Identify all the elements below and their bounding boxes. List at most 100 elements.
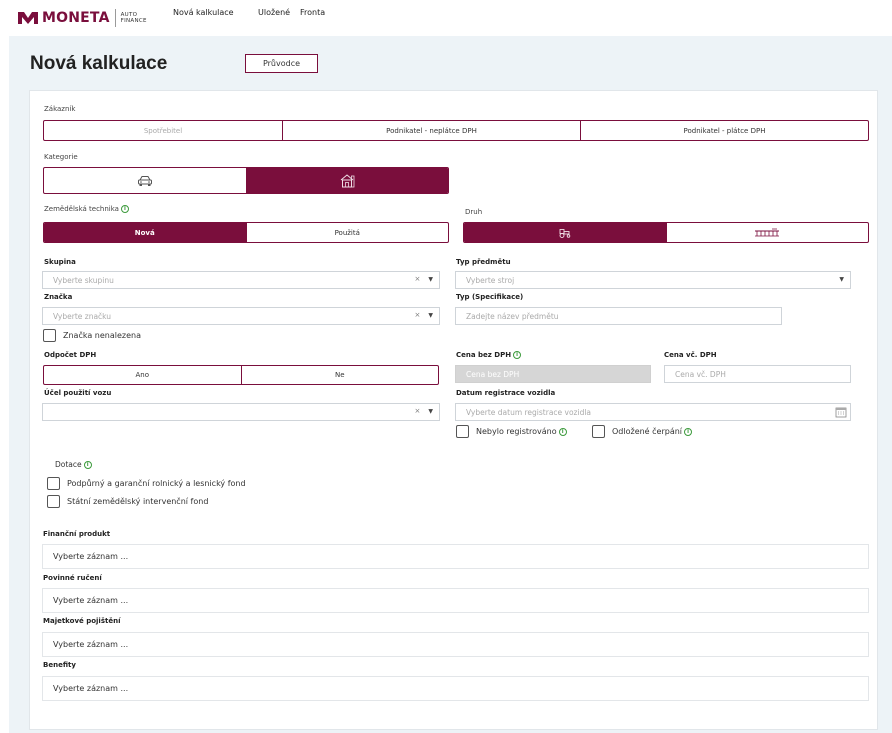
customer-label: Zákazník xyxy=(44,105,76,113)
group-select[interactable]: Vyberte skupinu × ▼ xyxy=(42,271,440,289)
customer-option-vat-payer[interactable]: Podnikatel - plátce DPH xyxy=(581,121,868,140)
brand-logo[interactable]: MONETA AUTO FINANCE xyxy=(17,6,147,30)
subsidy-option-szif-label: Státní zemědělský intervenční fond xyxy=(67,497,209,506)
customer-selector: Spotřebitel Podnikatel - neplátce DPH Po… xyxy=(43,120,869,141)
financial-product-select[interactable]: Vyberte záznam ... xyxy=(42,544,869,569)
price-net-placeholder: Cena bez DPH xyxy=(466,369,520,379)
group-label: Skupina xyxy=(44,258,76,266)
top-navigation: MONETA AUTO FINANCE Nová kalkulace Ulože… xyxy=(0,0,892,36)
make-label: Značka xyxy=(44,293,73,301)
category-label: Kategorie xyxy=(44,153,78,161)
spec-label: Typ (Specifikace) xyxy=(456,293,524,301)
machinery-option-new[interactable]: Nová xyxy=(44,223,247,242)
car-icon xyxy=(137,175,152,186)
subject-type-placeholder: Vyberte stroj xyxy=(466,275,515,285)
make-select-controls: × ▼ xyxy=(415,311,434,319)
subsidy-option-pgrlf-checkbox[interactable] xyxy=(47,477,60,490)
clear-icon[interactable]: × xyxy=(415,275,421,283)
subsidy-option-szif-checkbox[interactable] xyxy=(47,495,60,508)
guide-button[interactable]: Průvodce xyxy=(245,54,318,73)
deferred-drawing-checkbox-row: Odložené čerpání i xyxy=(592,425,693,438)
deferred-drawing-checkbox[interactable] xyxy=(592,425,605,438)
not-registered-checkbox[interactable] xyxy=(456,425,469,438)
price-gross-placeholder: Cena vč. DPH xyxy=(675,369,726,379)
chevron-down-icon[interactable]: ▼ xyxy=(428,407,433,415)
make-not-found-checkbox[interactable] xyxy=(43,329,56,342)
liability-insurance-select[interactable]: Vyberte záznam ... xyxy=(42,588,869,613)
price-gross-label: Cena vč. DPH xyxy=(664,351,717,359)
price-net-label-text: Cena bez DPH xyxy=(456,351,512,359)
brand-subtitle: AUTO FINANCE xyxy=(121,12,147,24)
machinery-label-text: Zemědělská technika xyxy=(44,205,119,213)
make-select[interactable]: Vyberte značku × ▼ xyxy=(42,307,440,325)
agricultural-building-icon xyxy=(340,173,355,187)
category-option-agriculture[interactable] xyxy=(246,168,448,193)
chevron-down-icon[interactable]: ▼ xyxy=(428,275,433,283)
kind-selector xyxy=(463,222,869,243)
tractor-icon xyxy=(559,228,570,238)
subsidy-label: Dotace i xyxy=(55,460,92,469)
subsidy-option-pgrlf-label: Podpůrný a garanční rolnický a lesnický … xyxy=(67,479,246,488)
customer-option-consumer[interactable]: Spotřebitel xyxy=(44,121,283,140)
usage-label: Účel použití vozu xyxy=(44,389,112,397)
price-net-info-icon[interactable]: i xyxy=(513,351,522,359)
price-net-label: Cena bez DPH i xyxy=(456,351,522,359)
machinery-info-icon[interactable]: i xyxy=(120,205,129,213)
clear-icon[interactable]: × xyxy=(415,311,421,319)
usage-select-controls: × ▼ xyxy=(415,407,434,415)
clear-icon[interactable]: × xyxy=(415,407,421,415)
chevron-down-icon[interactable]: ▼ xyxy=(428,311,433,319)
benefits-label: Benefity xyxy=(43,661,76,669)
make-not-found-label: Značka nenalezena xyxy=(63,331,141,340)
not-registered-label: Nebylo registrováno xyxy=(476,427,557,436)
vat-option-yes[interactable]: Ano xyxy=(44,366,242,384)
price-gross-input[interactable]: Cena vč. DPH xyxy=(664,365,851,383)
machinery-condition-selector: Nová Použitá xyxy=(43,222,449,243)
subsidy-option-szif-row: Státní zemědělský intervenční fond xyxy=(47,495,208,508)
subsidy-label-text: Dotace xyxy=(55,460,82,469)
vat-deduction-label: Odpočet DPH xyxy=(44,351,97,359)
harvester-icon xyxy=(755,228,780,236)
brand-subtitle-line-2: FINANCE xyxy=(120,18,147,24)
vat-deduction-selector: Ano Ne xyxy=(43,365,439,385)
kind-label: Druh xyxy=(465,208,483,216)
spec-input[interactable]: Zadejte název předmětu xyxy=(455,307,782,325)
not-registered-checkbox-row: Nebylo registrováno i xyxy=(456,425,567,438)
usage-select[interactable]: × ▼ xyxy=(42,403,440,421)
category-option-car[interactable] xyxy=(44,168,247,193)
calendar-icon[interactable] xyxy=(835,406,847,418)
vat-option-no[interactable]: Ne xyxy=(242,366,439,384)
chevron-down-icon[interactable]: ▼ xyxy=(839,275,844,283)
make-not-found-checkbox-row: Značka nenalezena xyxy=(43,329,141,342)
benefits-select[interactable]: Vyberte záznam ... xyxy=(42,676,869,701)
registration-date-label: Datum registrace vozidla xyxy=(456,389,556,397)
liability-insurance-label: Povinné ručení xyxy=(43,574,102,582)
make-placeholder: Vyberte značku xyxy=(53,311,112,321)
nav-saved[interactable]: Uložené xyxy=(258,8,290,17)
subsidy-info-icon[interactable]: i xyxy=(83,461,92,469)
logo-divider xyxy=(114,9,116,27)
kind-option-tractor[interactable] xyxy=(464,223,667,242)
subject-type-select[interactable]: Vyberte stroj ▼ xyxy=(455,271,851,289)
kind-option-harvester[interactable] xyxy=(667,223,869,242)
property-insurance-label: Majetkové pojištění xyxy=(43,617,121,625)
nav-queue[interactable]: Fronta xyxy=(300,8,325,17)
subsidy-option-pgrlf-row: Podpůrný a garanční rolnický a lesnický … xyxy=(47,477,246,490)
financial-product-label: Finanční produkt xyxy=(43,530,111,538)
not-registered-info-icon[interactable]: i xyxy=(558,427,567,436)
machinery-option-used[interactable]: Použitá xyxy=(247,223,449,242)
group-select-controls: × ▼ xyxy=(415,275,434,283)
registration-date-input[interactable]: Vyberte datum registrace vozidla xyxy=(455,403,851,421)
registration-date-placeholder: Vyberte datum registrace vozidla xyxy=(466,407,592,417)
deferred-drawing-label: Odložené čerpání xyxy=(612,427,683,436)
moneta-logo-icon xyxy=(18,12,38,24)
customer-option-non-vat-payer[interactable]: Podnikatel - neplátce DPH xyxy=(283,121,581,140)
subject-type-select-controls: ▼ xyxy=(839,275,844,283)
nav-new-calculation[interactable]: Nová kalkulace xyxy=(173,8,234,17)
deferred-drawing-info-icon[interactable]: i xyxy=(684,427,693,436)
category-selector xyxy=(43,167,449,194)
subject-type-label: Typ předmětu xyxy=(456,258,511,266)
group-placeholder: Vyberte skupinu xyxy=(53,275,114,285)
property-insurance-select[interactable]: Vyberte záznam ... xyxy=(42,632,869,657)
machinery-label: Zemědělská technika i xyxy=(44,205,129,213)
